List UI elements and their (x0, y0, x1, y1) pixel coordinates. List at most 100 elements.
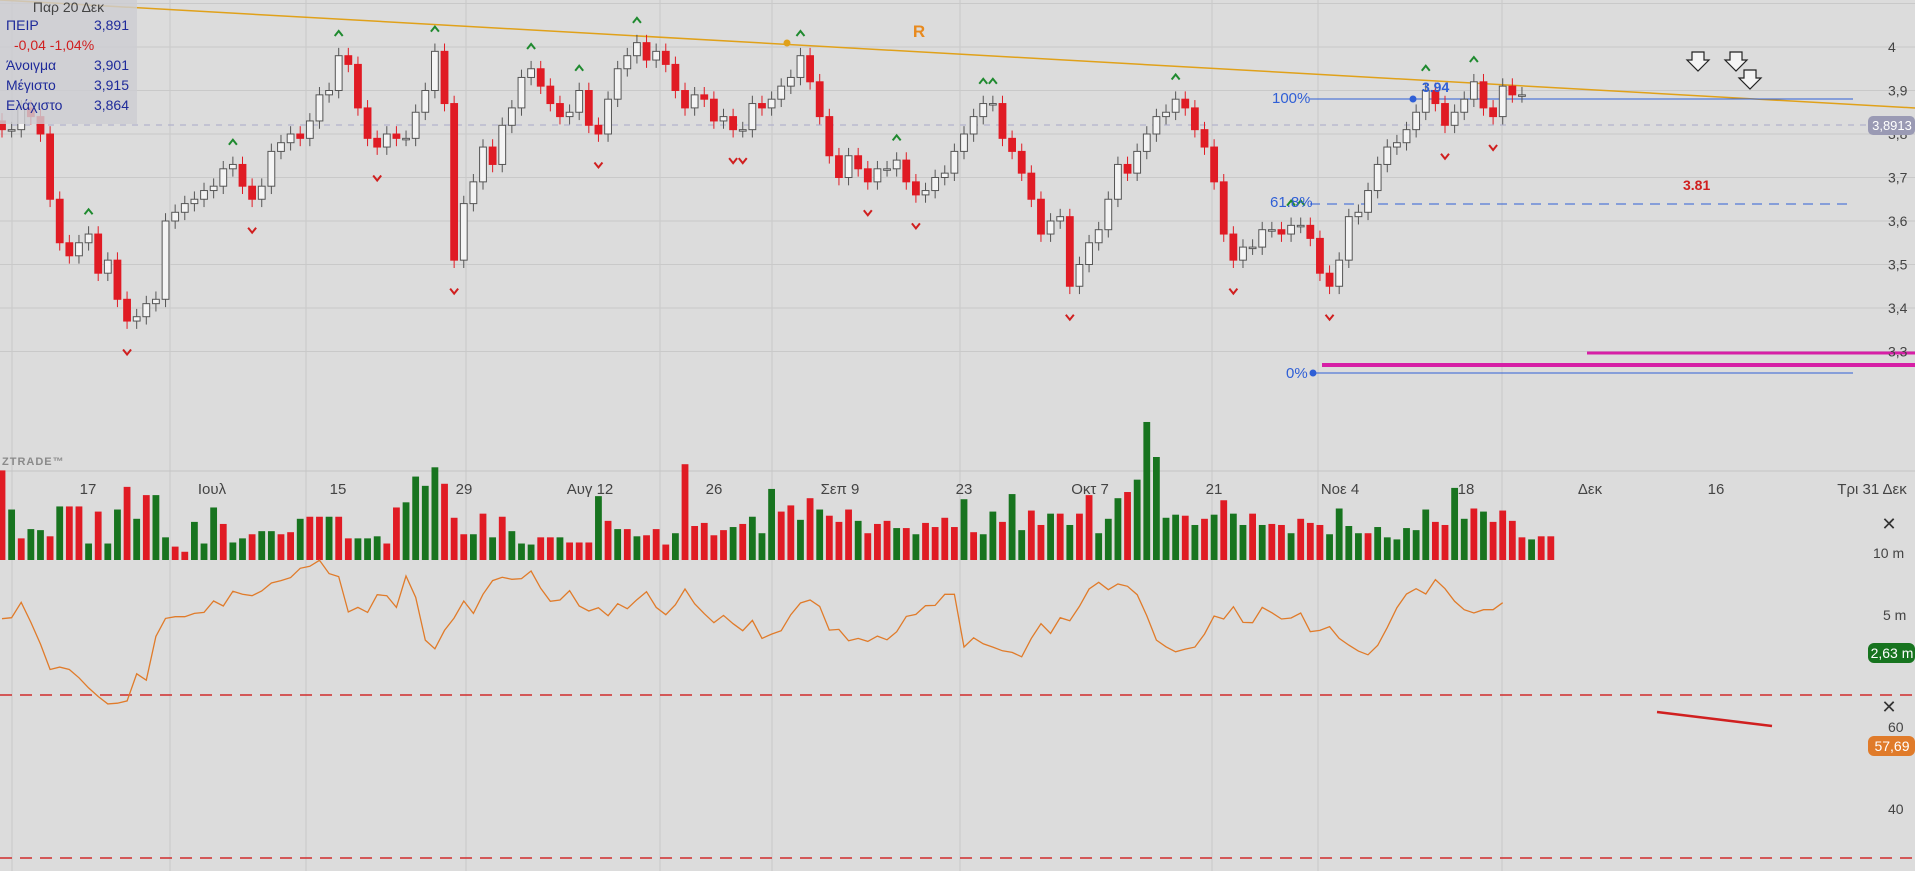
down-arrow-icon (1685, 51, 1711, 72)
candle-body (1479, 81, 1488, 109)
volume-bar (595, 496, 602, 560)
volume-bar (1547, 536, 1555, 560)
volume-bar (1249, 513, 1256, 560)
volume-bar (1518, 537, 1526, 560)
volume-bar (797, 519, 804, 560)
volume-bar (1076, 513, 1083, 560)
candle-body (431, 50, 439, 91)
candle-body (325, 90, 333, 96)
volume-bar (854, 520, 862, 560)
volume-bar (393, 507, 400, 560)
candle-body (1277, 229, 1286, 235)
candle-body (536, 68, 545, 87)
support-lines (1322, 351, 1915, 367)
fib-anchor-high (1409, 95, 1417, 103)
volume-axis-label: 10 m (1873, 545, 1904, 561)
volume-bar (325, 516, 333, 560)
pivot-low-marker (728, 157, 738, 165)
candle-body (825, 116, 834, 157)
volume-bar (1104, 518, 1112, 560)
candle-body (912, 181, 920, 196)
date-axis-label: Οκτ 7 (1071, 481, 1109, 498)
pivot-low-marker (863, 209, 873, 217)
candle-body (1075, 264, 1084, 287)
candle-body (286, 133, 295, 144)
low-price-label: 3.81 (1683, 177, 1710, 193)
candle-body (1518, 94, 1526, 97)
candle-body (1094, 229, 1103, 244)
rsi-last-value: 57,69 (1874, 738, 1909, 754)
candle-body (123, 298, 131, 322)
volume-bar (508, 531, 516, 560)
volume-bar (0, 470, 6, 560)
volume-bar (1018, 530, 1026, 560)
candle-body (1325, 272, 1334, 287)
volume-bar (537, 537, 545, 560)
candle-body (1171, 98, 1180, 113)
volume-bar (691, 526, 699, 560)
candle-body (75, 242, 83, 257)
candle-body (979, 103, 988, 118)
candle-body (344, 55, 353, 65)
volume-axis-label: 5 m (1883, 607, 1906, 623)
volume-bar (604, 520, 612, 560)
volume-bar (1095, 533, 1103, 560)
volume-bar (681, 464, 689, 560)
resistance-label: R (913, 22, 925, 41)
pivot-high-marker (1170, 72, 1181, 81)
info-high-label: Μέγιστο (6, 77, 56, 93)
volume-bar (37, 530, 44, 560)
candle-body (7, 129, 16, 132)
volume-bar (1316, 524, 1324, 560)
candle-body (1162, 111, 1170, 118)
volume-bar (922, 522, 929, 560)
volume-bar (162, 537, 169, 560)
volume-bar (56, 506, 64, 560)
info-change: -0,04 -1,04% (14, 37, 95, 53)
chart-canvas: 43,93,83,73,63,53,43,317Ιουλ1529Αυγ 1226… (0, 0, 1915, 871)
volume-bar (931, 527, 939, 560)
volume-bar (999, 521, 1006, 560)
volume-bar (1143, 421, 1151, 560)
candle-body (363, 107, 372, 139)
volume-bar (845, 509, 852, 560)
volume-bar (1297, 518, 1305, 560)
candle-body (334, 55, 343, 91)
candle-body (1046, 220, 1055, 235)
volume-last-value: 2,63 m (1871, 645, 1914, 661)
volume-bar (614, 529, 622, 560)
candle-body (1287, 224, 1295, 235)
volume-bar (768, 488, 775, 560)
volume-bar (412, 476, 420, 560)
date-axis-label: Δεκ (1578, 481, 1603, 498)
volume-bar (1124, 492, 1131, 560)
candle-body (1383, 146, 1392, 165)
rsi-divergence-line (1656, 710, 1773, 728)
pivot-high-marker (632, 16, 642, 24)
volume-bar (1133, 479, 1141, 560)
volume-bar (1508, 520, 1516, 560)
candle-body (1229, 233, 1238, 261)
pivot-low-marker (1065, 314, 1075, 322)
volume-bar (556, 537, 564, 560)
candle-body (921, 190, 930, 196)
candle-body (940, 172, 949, 178)
volume-bar (1153, 457, 1160, 560)
candle-body (565, 111, 574, 118)
candle-body (690, 94, 699, 109)
volume-bar (450, 517, 458, 560)
volume-bar (75, 506, 83, 560)
volume-bar (142, 495, 150, 560)
candle-body (950, 150, 959, 174)
volume-bar (1047, 513, 1054, 560)
pivot-low-marker (1228, 287, 1239, 296)
candle-body (1152, 116, 1161, 135)
volume-bar (479, 513, 487, 560)
pivot-low-marker (1324, 314, 1335, 322)
volume-bar (806, 498, 814, 560)
volume-bar (1268, 523, 1276, 560)
candle-body (103, 259, 112, 274)
candle-body (1181, 98, 1190, 109)
candle-body (786, 76, 795, 87)
candle-body (315, 94, 324, 122)
